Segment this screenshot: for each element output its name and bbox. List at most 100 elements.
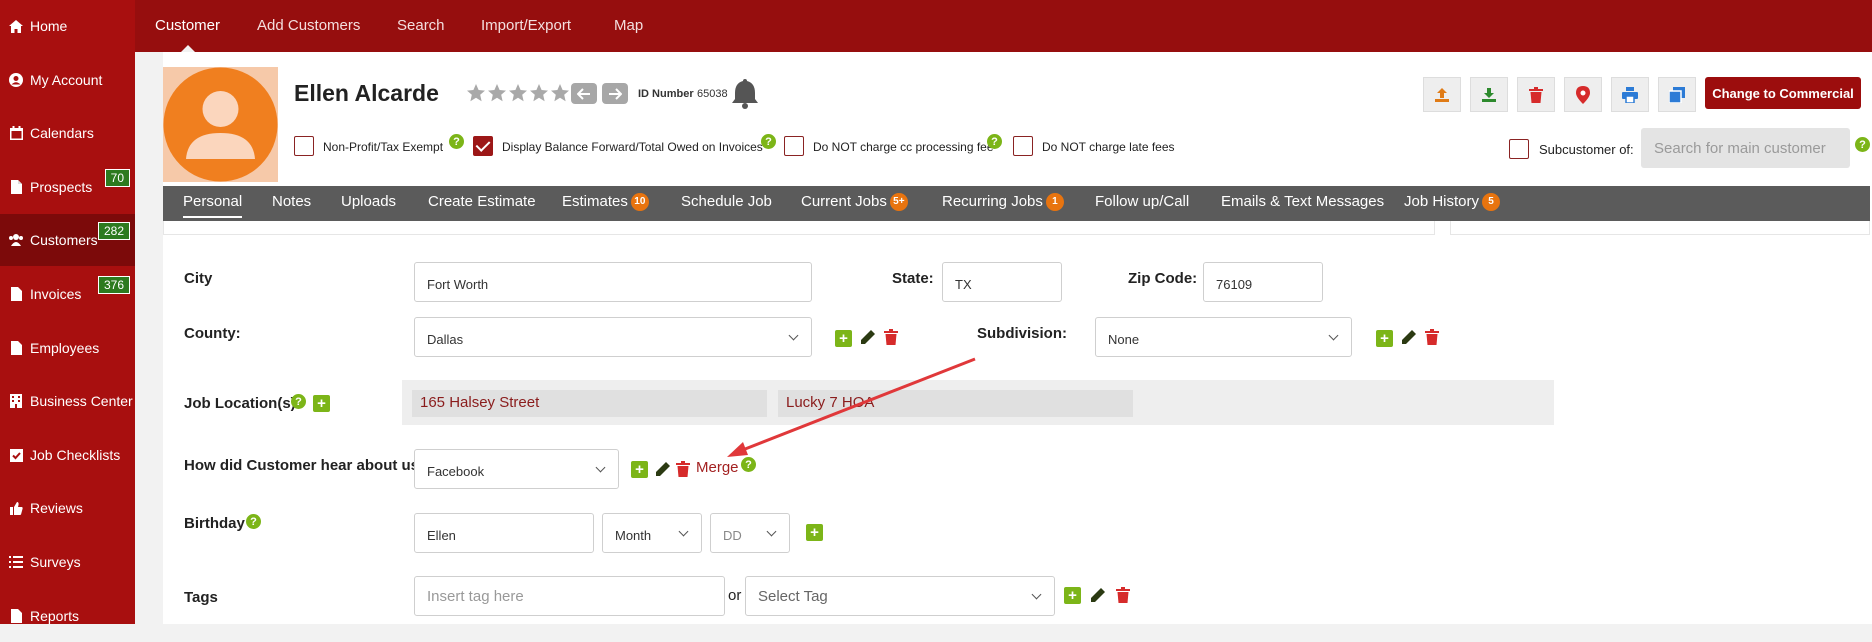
notification-bell-icon[interactable] [731,77,759,114]
help-icon[interactable]: ? [449,134,464,149]
checkbox-icon [8,447,24,463]
document-icon [8,608,24,624]
edit-tag-icon[interactable] [1090,587,1106,603]
top-tab-map[interactable]: Map [614,0,643,52]
delete-customer-button[interactable] [1517,77,1555,112]
merge-link[interactable]: Merge [696,459,739,476]
tab-job-history[interactable]: Job History 5 [1404,186,1501,221]
sidebar-item-calendars[interactable]: Calendars [0,107,135,159]
job-location-address[interactable]: 165 Halsey Street [412,390,767,417]
tab-create-estimate[interactable]: Create Estimate [428,186,536,221]
help-icon[interactable]: ? [741,457,756,472]
sidebar-item-label: Reviews [30,500,83,516]
nonprofit-checkbox[interactable] [294,136,314,156]
sidebar-item-my-account[interactable]: My Account [0,54,135,106]
birthday-month-select[interactable]: Month [602,513,702,553]
star-icon[interactable] [466,83,486,103]
top-tab-search[interactable]: Search [397,0,445,52]
sidebar-item-invoices[interactable]: Invoices 376 [0,268,135,320]
top-tab-customer[interactable]: Customer [155,0,220,53]
upload-button[interactable] [1423,77,1461,112]
previous-customer-button[interactable] [571,83,597,104]
nonprofit-label: Non-Profit/Tax Exempt [323,140,444,154]
top-tab-add-customers[interactable]: Add Customers [257,0,360,52]
sidebar-item-business-center[interactable]: Business Center [0,375,135,427]
star-icon[interactable] [487,83,507,103]
sidebar-item-reports[interactable]: Reports [0,590,135,642]
tags-label: Tags [184,589,218,606]
star-icon[interactable] [508,83,528,103]
top-tab-import-export[interactable]: Import/Export [481,0,571,52]
add-job-location-icon[interactable]: + [313,395,330,412]
sidebar-item-customers[interactable]: Customers 282 [0,214,135,266]
tag-input[interactable]: Insert tag here [414,576,725,616]
avatar[interactable] [163,67,278,182]
tab-label: Follow up/Call [1095,193,1190,210]
sidebar-item-label: Surveys [30,554,81,570]
delete-referral-source-icon[interactable] [676,461,690,477]
tab-label: Emails & Text Messages [1221,193,1385,210]
sidebar-item-label: My Account [30,72,103,88]
delete-subdivision-icon[interactable] [1425,329,1439,345]
tab-emails-text[interactable]: Emails & Text Messages [1221,186,1384,221]
tab-current-jobs[interactable]: Current Jobs 5+ [801,186,908,221]
tab-recurring-jobs[interactable]: Recurring Jobs 1 [942,186,1064,221]
sidebar-item-employees[interactable]: Employees [0,322,135,374]
delete-tag-icon[interactable] [1116,587,1130,603]
birthday-day-select[interactable]: DD [710,513,790,553]
select-tag-dropdown[interactable]: Select Tag [745,576,1055,616]
section-divider [163,221,1435,235]
star-rating[interactable] [466,83,570,103]
subcustomer-checkbox[interactable] [1509,139,1529,159]
add-birthday-icon[interactable]: + [806,524,823,541]
birthday-name-input[interactable]: Ellen [414,513,594,553]
help-icon[interactable]: ? [291,394,306,409]
edit-referral-source-icon[interactable] [655,461,671,477]
help-icon[interactable]: ? [1855,137,1870,152]
add-subdivision-icon[interactable]: + [1376,330,1393,347]
delete-county-icon[interactable] [884,329,898,345]
sidebar-item-prospects[interactable]: Prospects 70 [0,161,135,213]
tab-notes[interactable]: Notes [272,186,311,221]
map-pin-icon [1576,85,1590,104]
help-icon[interactable]: ? [246,514,261,529]
tab-uploads[interactable]: Uploads [341,186,396,221]
help-icon[interactable]: ? [987,134,1002,149]
add-tag-icon[interactable]: + [1064,587,1081,604]
add-county-icon[interactable]: + [835,330,852,347]
copy-button[interactable] [1658,77,1696,112]
help-icon[interactable]: ? [761,134,776,149]
tab-schedule-job[interactable]: Schedule Job [681,186,772,221]
section-divider [1450,221,1870,235]
county-select[interactable]: Dallas [414,317,812,357]
sidebar-item-job-checklists[interactable]: Job Checklists [0,429,135,481]
sidebar-item-reviews[interactable]: Reviews [0,482,135,534]
tab-follow-up-call[interactable]: Follow up/Call [1095,186,1189,221]
main-customer-search-input[interactable]: Search for main customer [1641,128,1850,168]
job-location-name[interactable]: Lucky 7 HOA [778,390,1133,417]
add-referral-source-icon[interactable]: + [631,461,648,478]
state-input[interactable]: TX [942,262,1062,302]
subdivision-label: Subdivision: [977,325,1067,342]
sidebar-item-home[interactable]: Home [0,0,135,52]
city-input[interactable]: Fort Worth [414,262,812,302]
referral-source-select[interactable]: Facebook [414,449,619,489]
map-location-button[interactable] [1564,77,1602,112]
next-customer-button[interactable] [602,83,628,104]
late-fee-checkbox[interactable] [1013,136,1033,156]
estimates-count-badge: 10 [630,193,649,211]
tab-personal[interactable]: Personal [183,186,243,221]
cc-fee-checkbox[interactable] [784,136,804,156]
zip-input[interactable]: 76109 [1203,262,1323,302]
edit-subdivision-icon[interactable] [1401,329,1417,345]
sidebar-item-surveys[interactable]: Surveys [0,536,135,588]
star-icon[interactable] [550,83,570,103]
download-button[interactable] [1470,77,1508,112]
print-button[interactable] [1611,77,1649,112]
tab-estimates[interactable]: Estimates 10 [562,186,649,221]
change-to-commercial-button[interactable]: Change to Commercial [1705,77,1861,109]
subdivision-select[interactable]: None [1095,317,1352,357]
star-icon[interactable] [529,83,549,103]
display-balance-checkbox[interactable] [473,136,493,156]
edit-county-icon[interactable] [860,329,876,345]
